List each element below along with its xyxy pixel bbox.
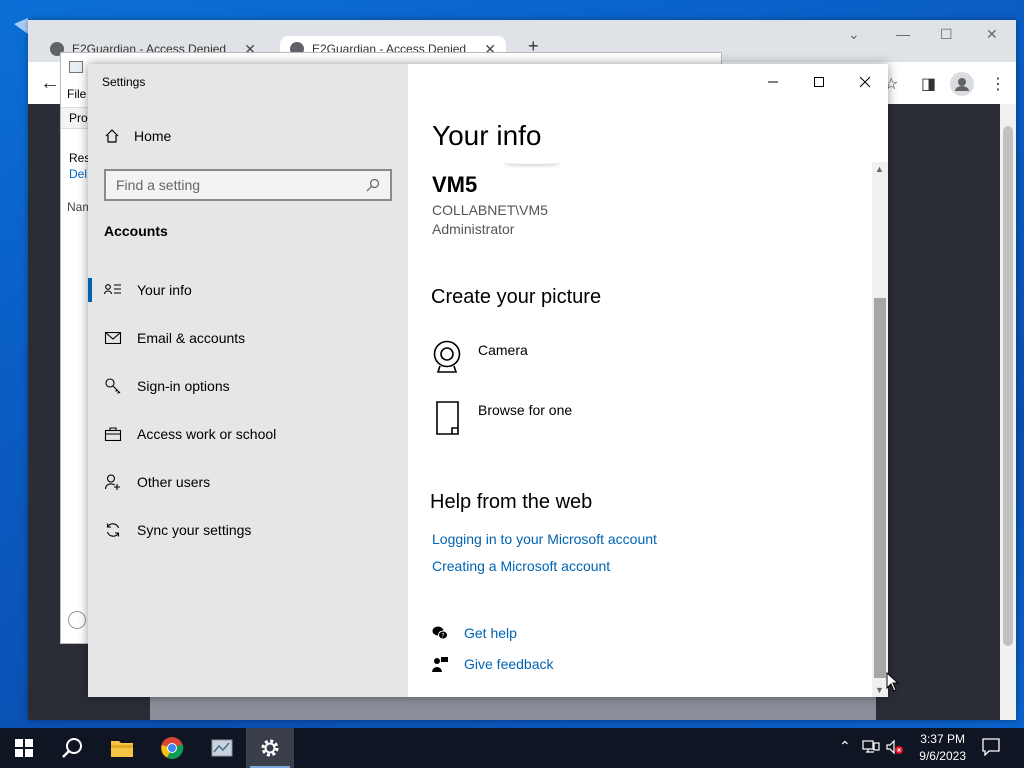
- show-hidden-icons[interactable]: ⌃: [839, 738, 851, 755]
- chat-help-icon: ?: [432, 626, 448, 640]
- profile-avatar[interactable]: [950, 72, 974, 96]
- folder-icon: [111, 741, 133, 757]
- nav-item-sync-settings[interactable]: Sync your settings: [88, 510, 408, 550]
- nav-item-other-users[interactable]: Other users: [88, 462, 408, 502]
- desktop-icon-partial[interactable]: [14, 10, 28, 80]
- speaker-icon: [886, 739, 903, 755]
- windows-logo-icon: [15, 739, 33, 757]
- row-label: Pro: [69, 111, 88, 125]
- file-explorer-button[interactable]: [98, 728, 146, 768]
- user-card-icon: [104, 284, 121, 295]
- delete-link[interactable]: Del: [69, 167, 87, 181]
- minimize-icon[interactable]: —: [896, 26, 910, 42]
- camera-option[interactable]: Camera: [432, 340, 528, 374]
- server-manager-button[interactable]: [198, 728, 246, 768]
- server-manager-icon: [211, 739, 233, 757]
- search-taskbar-button[interactable]: [48, 728, 96, 768]
- create-picture-heading: Create your picture: [431, 286, 602, 308]
- network-icon-glyph: [862, 740, 880, 753]
- nav-item-email-accounts[interactable]: Email & accounts: [88, 318, 408, 358]
- file-icon: [436, 401, 459, 435]
- side-panel-icon[interactable]: ◨: [921, 74, 936, 94]
- nav-item-access-work[interactable]: Access work or school: [88, 414, 408, 454]
- nav-item-label: Sync your settings: [137, 522, 252, 538]
- home-label: Home: [134, 128, 172, 144]
- help-link-logging-in[interactable]: Logging in to your Microsoft account: [432, 531, 657, 547]
- chat-bubble-icon: [982, 738, 1000, 757]
- nav-item-sign-in-options[interactable]: Sign-in options: [88, 366, 408, 406]
- settings-window: Settings Home Accounts Your info Email &…: [88, 64, 888, 697]
- nav-item-label: Sign-in options: [137, 378, 230, 394]
- window-title: Settings: [102, 75, 146, 89]
- settings-taskbar-button[interactable]: [246, 728, 294, 768]
- user-name: VM5: [432, 172, 478, 197]
- clock-time: 3:37 PM: [920, 732, 965, 746]
- give-feedback-link[interactable]: Give feedback: [432, 656, 554, 672]
- chevron-up-icon[interactable]: [68, 611, 86, 629]
- give-feedback-label: Give feedback: [464, 656, 554, 672]
- help-heading: Help from the web: [430, 491, 593, 513]
- search-box[interactable]: [104, 169, 392, 201]
- maximize-icon[interactable]: ☐: [940, 26, 953, 43]
- chrome-button[interactable]: [148, 728, 196, 768]
- briefcase-icon: [104, 427, 122, 441]
- monitor-icon: [14, 18, 28, 34]
- nav-item-your-info[interactable]: Your info: [88, 270, 408, 310]
- search-icon: [62, 738, 82, 758]
- add-person-icon: [104, 474, 120, 490]
- person-icon: [955, 78, 969, 91]
- mail-icon: [104, 332, 122, 344]
- mouse-cursor: [886, 671, 900, 697]
- settings-content: Your info VM5 COLLABNET\VM5 Administrato…: [408, 64, 888, 697]
- start-button[interactable]: [0, 728, 48, 768]
- nav-item-label: Email & accounts: [137, 330, 246, 346]
- clock[interactable]: 3:37 PM 9/6/2023: [919, 731, 966, 765]
- network-icon[interactable]: [862, 739, 880, 760]
- avatar-shadow: [504, 160, 560, 164]
- notifications-button[interactable]: [982, 738, 1000, 761]
- get-help-link[interactable]: ? Get help: [432, 625, 517, 641]
- key-icon: [105, 378, 121, 394]
- nav-item-label: Your info: [137, 282, 192, 298]
- cursor-arrow-icon: [886, 671, 900, 692]
- get-help-label: Get help: [464, 625, 517, 641]
- settings-nav: Settings Home Accounts Your info Email &…: [88, 64, 408, 697]
- back-arrow-icon[interactable]: ←: [40, 72, 60, 95]
- page-title: Your info: [432, 120, 542, 151]
- content-scrollbar[interactable]: ▲ ▼: [872, 162, 888, 697]
- sync-icon: [106, 523, 120, 537]
- scroll-thumb[interactable]: [874, 298, 886, 678]
- home-icon: [105, 129, 119, 143]
- kebab-menu-icon[interactable]: ⋮: [990, 74, 1006, 94]
- svg-text:?: ?: [441, 633, 444, 640]
- section-title: Accounts: [104, 223, 168, 239]
- scroll-up-icon[interactable]: ▲: [875, 164, 884, 174]
- close-icon[interactable]: ✕: [986, 26, 998, 43]
- camera-icon: [433, 340, 461, 373]
- chrome-icon: [161, 737, 184, 759]
- user-role: Administrator: [432, 221, 515, 237]
- volume-muted-icon[interactable]: [886, 739, 904, 760]
- tab-search-icon[interactable]: ⌄: [848, 26, 860, 43]
- browse-option[interactable]: Browse for one: [432, 400, 572, 436]
- search-input[interactable]: [116, 177, 366, 193]
- app-icon: [69, 61, 83, 73]
- browser-scrollbar[interactable]: [1000, 104, 1016, 720]
- page-strip: [150, 696, 876, 720]
- search-icon[interactable]: [366, 178, 380, 192]
- clock-date: 9/6/2023: [919, 749, 966, 763]
- camera-label: Camera: [478, 342, 528, 358]
- nav-item-label: Other users: [137, 474, 211, 490]
- user-account: COLLABNET\VM5: [432, 202, 548, 218]
- nav-item-label: Access work or school: [137, 426, 277, 442]
- scroll-down-icon[interactable]: ▼: [875, 685, 884, 695]
- menu-file[interactable]: File: [67, 87, 86, 101]
- gear-icon: [261, 739, 279, 757]
- browse-label: Browse for one: [478, 402, 573, 418]
- help-link-create-account[interactable]: Creating a Microsoft account: [432, 558, 610, 574]
- home-link[interactable]: Home: [104, 128, 171, 144]
- feedback-icon: [432, 657, 448, 672]
